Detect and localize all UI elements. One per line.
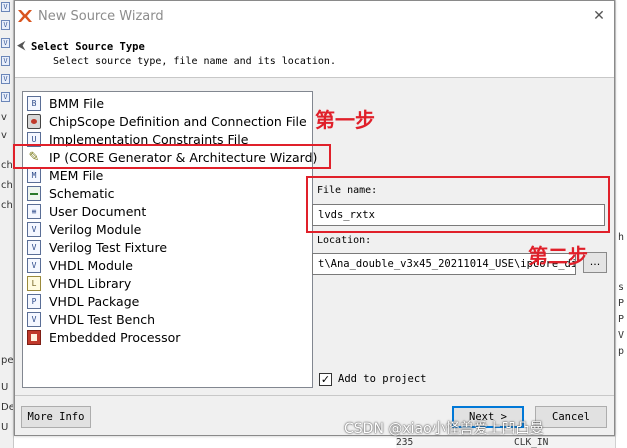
vhdl-package-icon: P bbox=[27, 293, 41, 309]
footer-divider bbox=[15, 395, 614, 396]
list-item-label: VHDL Module bbox=[49, 257, 133, 273]
back-arrow-icon[interactable]: ⮜ bbox=[17, 38, 26, 53]
list-item-vhdl-package[interactable]: P VHDL Package bbox=[25, 292, 310, 310]
list-item-label: VHDL Test Bench bbox=[49, 311, 156, 327]
new-source-wizard-dialog: New Source Wizard ✕ ⮜ Select Source Type… bbox=[14, 0, 615, 436]
list-item-mem-file[interactable]: M MEM File bbox=[25, 166, 310, 184]
list-item-user-document[interactable]: ≡ User Document bbox=[25, 202, 310, 220]
schematic-icon bbox=[27, 185, 41, 201]
location-label: Location: bbox=[317, 235, 372, 246]
background-code-text: h bbox=[618, 232, 625, 243]
xilinx-logo-icon bbox=[18, 10, 32, 22]
list-item-label: ChipScope Definition and Connection File bbox=[49, 113, 307, 129]
background-text: U bbox=[1, 422, 9, 433]
ip-core-icon: ✎ bbox=[28, 149, 40, 165]
title-bar: New Source Wizard ✕ bbox=[15, 1, 614, 32]
background-code-text: p bbox=[618, 346, 625, 357]
background-file-icon: V bbox=[1, 20, 10, 30]
vhdl-library-icon: L bbox=[27, 275, 41, 291]
mem-file-icon: M bbox=[27, 167, 41, 183]
list-item-label: VHDL Library bbox=[49, 275, 132, 291]
step-one-annotation: 第一步 bbox=[315, 108, 375, 132]
background-project-tree: V V V V V V v v ch ch ch pe U De U bbox=[0, 0, 14, 448]
background-code-text: P bbox=[618, 298, 625, 309]
vhdl-module-icon: V bbox=[27, 257, 41, 273]
vhdl-test-bench-icon: V bbox=[27, 311, 41, 327]
list-item-verilog-module[interactable]: V Verilog Module bbox=[25, 220, 310, 238]
window-title: New Source Wizard bbox=[38, 9, 164, 24]
background-code-text: s bbox=[618, 282, 625, 293]
constraints-file-icon: U bbox=[27, 131, 41, 147]
list-item-label: Schematic bbox=[49, 185, 115, 201]
background-text: ch bbox=[1, 160, 13, 171]
background-text: ch bbox=[1, 180, 13, 191]
list-item-embedded-processor[interactable]: Embedded Processor bbox=[25, 328, 310, 346]
background-text: pe bbox=[1, 355, 14, 366]
wizard-header: ⮜ Select Source Type Select source type,… bbox=[15, 32, 614, 78]
list-item-constraints[interactable]: U Implementation Constraints File bbox=[25, 130, 310, 148]
background-code-text: P bbox=[618, 314, 625, 325]
background-text: U bbox=[1, 382, 9, 393]
background-text: v bbox=[1, 130, 7, 141]
user-document-icon: ≡ bbox=[27, 203, 41, 219]
close-icon[interactable]: ✕ bbox=[588, 5, 610, 27]
background-editor: h s P P V p bbox=[615, 0, 627, 448]
file-name-input[interactable]: lvds_rxtx bbox=[312, 204, 605, 226]
list-item-verilog-test-fixture[interactable]: V Verilog Test Fixture bbox=[25, 238, 310, 256]
page-title: Select Source Type bbox=[31, 41, 145, 53]
background-file-icon: V bbox=[1, 2, 10, 12]
file-name-label: File name: bbox=[317, 185, 378, 196]
list-item-label: Embedded Processor bbox=[49, 329, 181, 345]
background-file-icon: V bbox=[1, 92, 10, 102]
list-item-ip-core[interactable]: ✎ IP (CORE Generator & Architecture Wiza… bbox=[25, 148, 318, 166]
list-item-vhdl-module[interactable]: V VHDL Module bbox=[25, 256, 310, 274]
embedded-processor-icon bbox=[27, 329, 41, 345]
list-item-vhdl-test-bench[interactable]: V VHDL Test Bench bbox=[25, 310, 310, 328]
step-two-annotation: 第二步 bbox=[528, 244, 588, 268]
list-item-schematic[interactable]: Schematic bbox=[25, 184, 310, 202]
background-text: v bbox=[1, 112, 7, 123]
background-line-number: 235 bbox=[396, 437, 414, 448]
list-item-bmm-file[interactable]: B BMM File bbox=[25, 94, 310, 112]
list-item-label: Verilog Test Fixture bbox=[49, 239, 168, 255]
background-code-text: CLK_IN bbox=[514, 437, 549, 448]
list-item-label: MEM File bbox=[49, 167, 104, 183]
cancel-button[interactable]: Cancel bbox=[535, 406, 607, 428]
bmm-file-icon: B bbox=[27, 95, 41, 111]
add-to-project-label: Add to project bbox=[338, 373, 427, 385]
list-item-vhdl-library[interactable]: L VHDL Library bbox=[25, 274, 310, 292]
background-text: De bbox=[1, 402, 14, 413]
verilog-module-icon: V bbox=[27, 221, 41, 237]
verilog-test-fixture-icon: V bbox=[27, 239, 41, 255]
page-subtitle: Select source type, file name and its lo… bbox=[53, 56, 336, 67]
more-info-button[interactable]: More Info bbox=[21, 406, 91, 428]
list-item-chipscope[interactable]: ChipScope Definition and Connection File bbox=[25, 112, 310, 130]
list-item-label: Implementation Constraints File bbox=[49, 131, 249, 147]
list-item-label: BMM File bbox=[49, 95, 105, 111]
chipscope-icon bbox=[27, 113, 41, 129]
list-item-label: User Document bbox=[49, 203, 147, 219]
add-to-project-checkbox[interactable]: ✓ bbox=[319, 373, 332, 386]
list-item-label: VHDL Package bbox=[49, 293, 140, 309]
list-item-label: IP (CORE Generator & Architecture Wizard… bbox=[49, 149, 318, 165]
background-text: ch bbox=[1, 200, 13, 211]
background-file-icon: V bbox=[1, 38, 10, 48]
background-file-icon: V bbox=[1, 74, 10, 84]
background-code-text: V bbox=[618, 330, 625, 341]
source-type-list[interactable]: B BMM File ChipScope Definition and Conn… bbox=[22, 91, 318, 388]
list-item-label: Verilog Module bbox=[49, 221, 142, 237]
csdn-watermark: CSDN @xiao小怪兽爱上凹凸曼 bbox=[344, 421, 544, 437]
background-file-icon: V bbox=[1, 56, 10, 66]
